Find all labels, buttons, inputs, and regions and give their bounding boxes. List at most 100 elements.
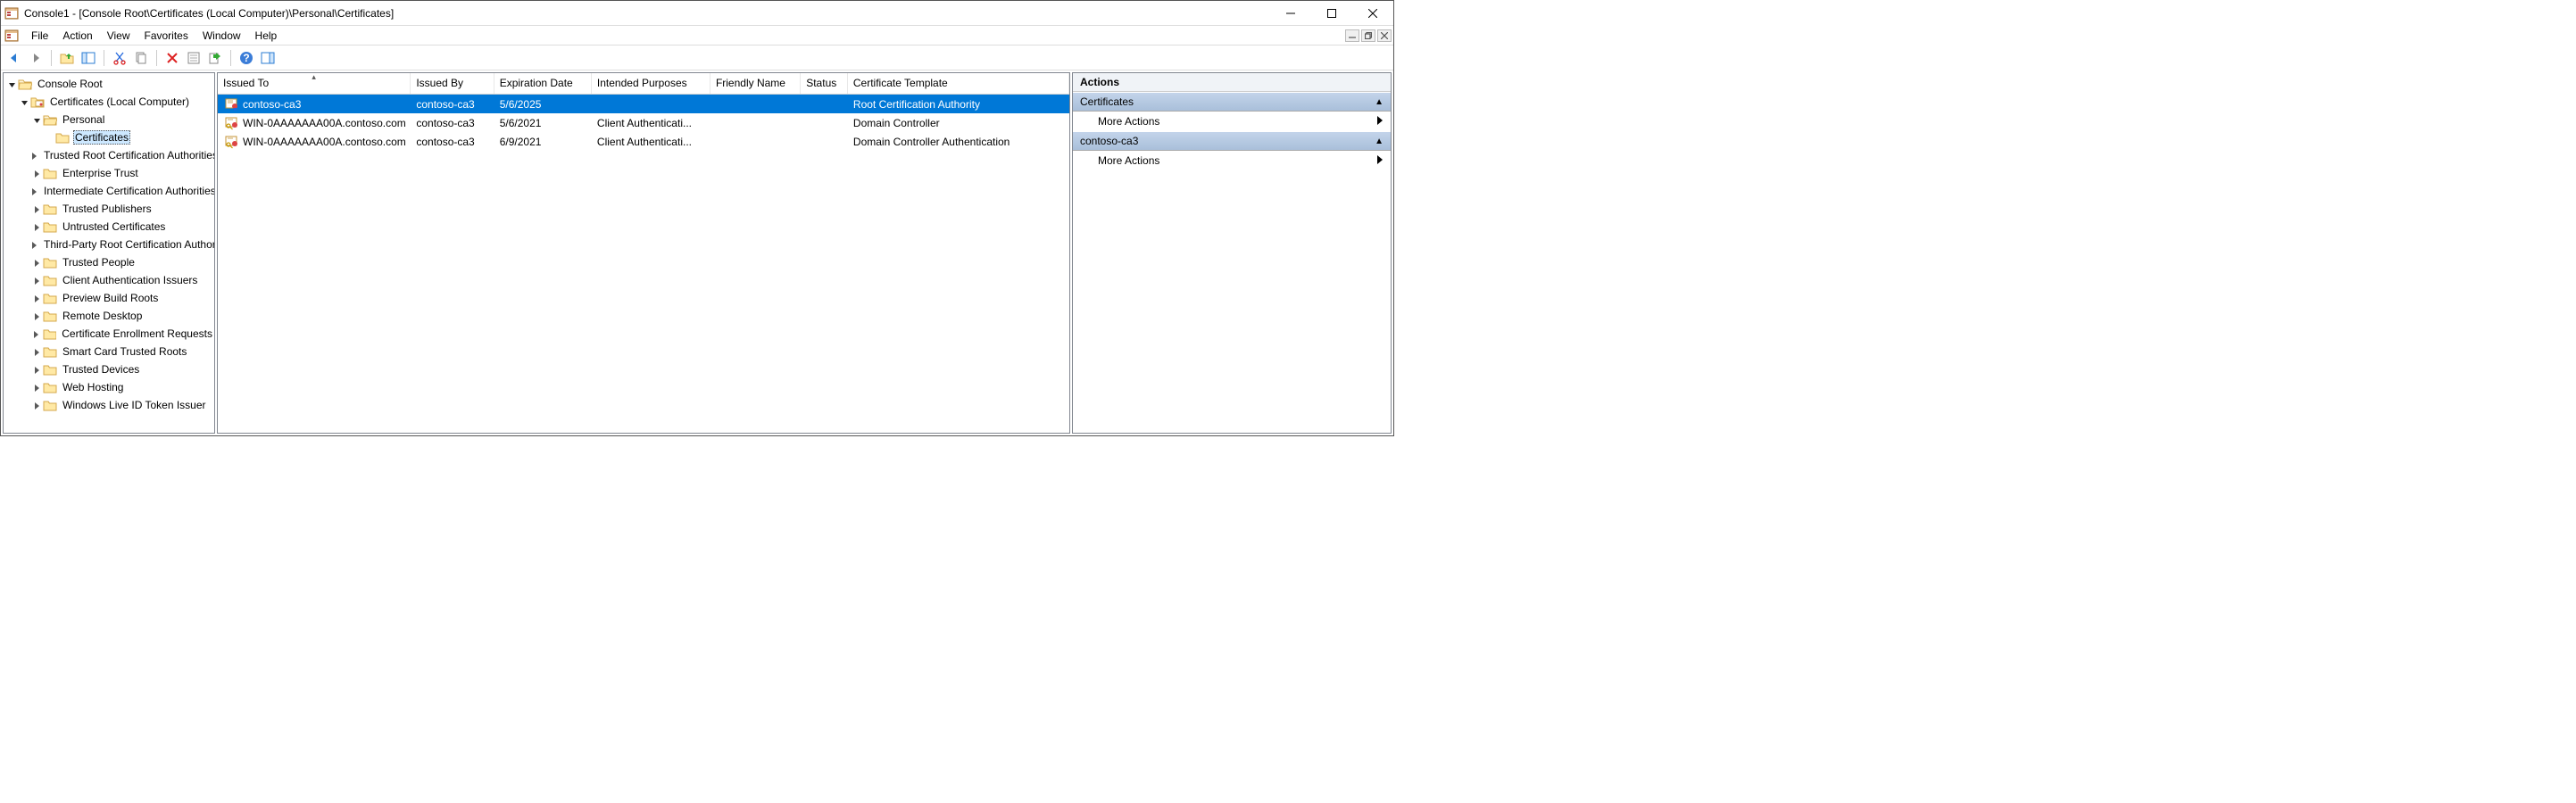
- expand-icon[interactable]: [30, 241, 38, 249]
- expand-icon[interactable]: [30, 170, 43, 178]
- column-issued-to[interactable]: Issued To ▴: [218, 73, 411, 94]
- tree-item[interactable]: Web Hosting: [4, 378, 214, 396]
- expand-icon[interactable]: [30, 116, 43, 124]
- column-expiration[interactable]: Expiration Date: [494, 73, 592, 94]
- show-hide-tree-button[interactable]: [79, 48, 98, 68]
- tree-item[interactable]: Third-Party Root Certification Authoriti…: [4, 236, 214, 253]
- tree-label: Trusted Publishers: [61, 202, 154, 216]
- list-pane[interactable]: Issued To ▴ Issued By Expiration Date In…: [217, 72, 1070, 434]
- tree-item[interactable]: Smart Card Trusted Roots: [4, 343, 214, 360]
- table-row[interactable]: contoso-ca3contoso-ca35/6/2025Root Certi…: [218, 95, 1069, 113]
- expand-icon[interactable]: [30, 259, 43, 267]
- expand-icon[interactable]: [30, 223, 43, 231]
- folder-icon: [43, 380, 57, 394]
- column-friendly-name[interactable]: Friendly Name: [710, 73, 801, 94]
- tree-certificates[interactable]: Certificates: [4, 128, 214, 146]
- expand-icon[interactable]: [30, 402, 43, 410]
- folder-icon: [43, 327, 57, 341]
- mdi-restore-button[interactable]: [1361, 29, 1375, 42]
- folder-icon: [55, 130, 70, 145]
- mdi-minimize-button[interactable]: [1345, 29, 1359, 42]
- tree-cert-local-computer[interactable]: Certificates (Local Computer): [4, 93, 214, 111]
- app-icon: [4, 6, 19, 21]
- column-issued-by[interactable]: Issued By: [411, 73, 494, 94]
- column-intended-purposes[interactable]: Intended Purposes: [592, 73, 710, 94]
- expand-icon[interactable]: [18, 98, 30, 106]
- cell-template: Domain Controller Authentication: [848, 136, 1069, 148]
- tree-item[interactable]: Certificate Enrollment Requests: [4, 325, 214, 343]
- cell-issued-by: contoso-ca3: [411, 136, 494, 148]
- tree-root[interactable]: Console Root: [4, 75, 214, 93]
- expand-icon[interactable]: [30, 366, 43, 374]
- menu-file[interactable]: File: [24, 26, 55, 45]
- menu-action[interactable]: Action: [55, 26, 99, 45]
- forward-button[interactable]: [26, 48, 46, 68]
- tree-item[interactable]: Trusted People: [4, 253, 214, 271]
- show-hide-action-pane-button[interactable]: [258, 48, 278, 68]
- help-button[interactable]: ?: [237, 48, 256, 68]
- menu-favorites[interactable]: Favorites: [137, 26, 195, 45]
- tree-item[interactable]: Remote Desktop: [4, 307, 214, 325]
- menu-window[interactable]: Window: [195, 26, 248, 45]
- actions-more-certificates[interactable]: More Actions: [1073, 112, 1391, 131]
- tree-item[interactable]: Enterprise Trust: [4, 164, 214, 182]
- folder-icon: [43, 166, 57, 180]
- tree-item[interactable]: Untrusted Certificates: [4, 218, 214, 236]
- column-certificate-template[interactable]: Certificate Template: [848, 73, 1069, 94]
- expand-icon[interactable]: [30, 384, 43, 392]
- mdi-close-button[interactable]: [1377, 29, 1392, 42]
- mmc-window: Console1 - [Console Root\Certificates (L…: [0, 0, 1394, 436]
- expand-icon[interactable]: [30, 277, 43, 285]
- expand-icon[interactable]: [30, 205, 43, 213]
- titlebar: Console1 - [Console Root\Certificates (L…: [1, 1, 1393, 26]
- minimize-button[interactable]: [1270, 1, 1311, 25]
- folder-icon: [43, 291, 57, 305]
- up-button[interactable]: [57, 48, 77, 68]
- tree-item[interactable]: Client Authentication Issuers: [4, 271, 214, 289]
- menu-view[interactable]: View: [100, 26, 137, 45]
- tree-item[interactable]: Intermediate Certification Authorities: [4, 182, 214, 200]
- tree-item[interactable]: Trusted Root Certification Authorities: [4, 146, 214, 164]
- export-button[interactable]: [205, 48, 225, 68]
- actions-section-selected[interactable]: contoso-ca3 ▲: [1073, 131, 1391, 151]
- tree-pane[interactable]: Console Root Certificates (Local Compute…: [3, 72, 215, 434]
- column-status[interactable]: Status: [801, 73, 848, 94]
- tree-item[interactable]: Trusted Publishers: [4, 200, 214, 218]
- maximize-button[interactable]: [1311, 1, 1352, 25]
- tree-item[interactable]: Windows Live ID Token Issuer: [4, 396, 214, 414]
- expand-icon[interactable]: [30, 187, 38, 195]
- tree-item[interactable]: Preview Build Roots: [4, 289, 214, 307]
- expand-icon[interactable]: [30, 330, 43, 338]
- expand-icon[interactable]: [30, 312, 43, 320]
- folder-icon: [43, 273, 57, 287]
- actions-more-selected[interactable]: More Actions: [1073, 151, 1391, 170]
- tree-personal[interactable]: Personal: [4, 111, 214, 128]
- copy-button[interactable]: [131, 48, 151, 68]
- tree-item[interactable]: Trusted Devices: [4, 360, 214, 378]
- tree-label: Trusted Root Certification Authorities: [42, 148, 215, 162]
- table-row[interactable]: WIN-0AAAAAAA00A.contoso.comcontoso-ca35/…: [218, 113, 1069, 132]
- actions-section-certificates[interactable]: Certificates ▲: [1073, 92, 1391, 112]
- collapse-icon: ▲: [1375, 137, 1384, 146]
- expand-icon[interactable]: [30, 294, 43, 302]
- column-label: Issued To: [223, 77, 269, 89]
- tree-label: Certificates (Local Computer): [48, 95, 191, 109]
- cell-purposes: Client Authenticati...: [592, 117, 710, 129]
- actions-header: Actions: [1073, 73, 1391, 92]
- folder-icon: [43, 398, 57, 412]
- close-button[interactable]: [1352, 1, 1393, 25]
- cell-template: Root Certification Authority: [848, 98, 1069, 111]
- cell-issued-to: WIN-0AAAAAAA00A.contoso.com: [243, 117, 406, 129]
- expand-icon[interactable]: [30, 152, 38, 160]
- certificate-icon: [225, 135, 239, 149]
- cut-button[interactable]: [110, 48, 129, 68]
- table-row[interactable]: WIN-0AAAAAAA00A.contoso.comcontoso-ca36/…: [218, 132, 1069, 151]
- menu-help[interactable]: Help: [248, 26, 285, 45]
- expand-icon[interactable]: [30, 348, 43, 356]
- tree-label: Trusted Devices: [61, 362, 141, 377]
- properties-button[interactable]: [184, 48, 204, 68]
- delete-button[interactable]: [162, 48, 182, 68]
- expand-icon[interactable]: [5, 80, 18, 88]
- back-button[interactable]: [4, 48, 24, 68]
- tree-label: Client Authentication Issuers: [61, 273, 199, 287]
